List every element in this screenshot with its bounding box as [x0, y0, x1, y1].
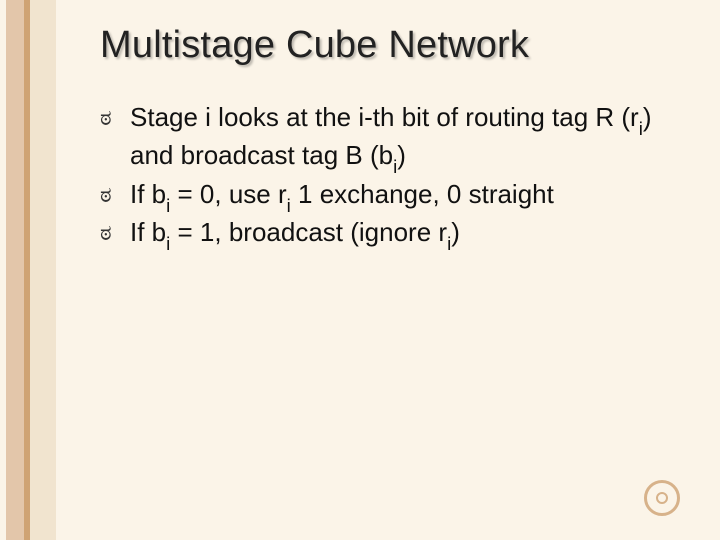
slide-body: ಠStage i looks at the i-th bit of routin… [100, 100, 660, 254]
bullet-icon: ಠ [100, 180, 130, 210]
bullet-item: ಠStage i looks at the i-th bit of routin… [100, 100, 660, 177]
bullet-text-segment: = 0, use r [170, 179, 286, 209]
left-decor-stripe [30, 0, 56, 540]
slide: Multistage Cube Network ಠStage i looks a… [0, 0, 720, 540]
bullet-item: ಠIf bi = 1, broadcast (ignore ri) [100, 215, 660, 253]
left-decor [0, 0, 55, 540]
slide-title: Multistage Cube Network [100, 24, 529, 67]
corner-ring-icon [644, 480, 680, 516]
bullet-text-segment: ) [397, 140, 406, 170]
subscript-text: i [166, 195, 170, 216]
bullet-text-segment: ) [451, 217, 460, 247]
bullet-text-segment: If b [130, 217, 166, 247]
bullet-text: If bi = 0, use ri 1 exchange, 0 straight [130, 179, 554, 209]
bullet-text-segment: = 1, broadcast (ignore r [170, 217, 447, 247]
subscript-text: i [287, 195, 291, 216]
bullet-text-segment: If b [130, 179, 166, 209]
subscript-text: i [447, 233, 451, 254]
corner-ring-inner [656, 492, 668, 504]
bullet-icon: ಠ [100, 103, 130, 133]
subscript-text: i [166, 233, 170, 254]
subscript-text: i [393, 156, 397, 177]
subscript-text: i [639, 118, 643, 139]
bullet-text: Stage i looks at the i-th bit of routing… [130, 102, 652, 170]
left-decor-stripe [6, 0, 24, 540]
bullet-text-segment: 1 exchange, 0 straight [291, 179, 554, 209]
bullet-item: ಠIf bi = 0, use ri 1 exchange, 0 straigh… [100, 177, 660, 215]
bullet-icon: ಠ [100, 218, 130, 248]
bullet-text-segment: Stage i looks at the i-th bit of routing… [130, 102, 639, 132]
bullet-text: If bi = 1, broadcast (ignore ri) [130, 217, 460, 247]
